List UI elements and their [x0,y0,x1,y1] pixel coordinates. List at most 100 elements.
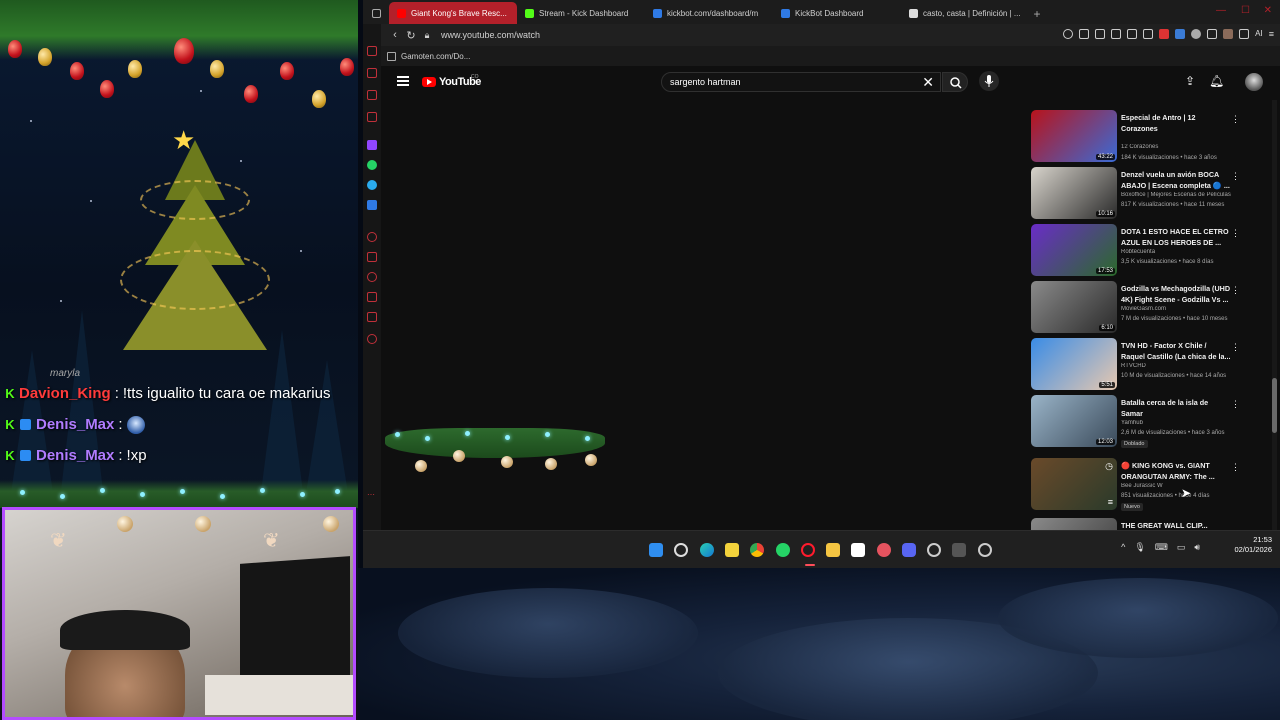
sidebar-icon[interactable] [367,232,377,242]
channel-name[interactable]: Robtecuenta [1121,249,1246,255]
video-title[interactable]: THE GREAT WALL CLIP... [1121,521,1231,530]
tab-kickbot[interactable]: kickbot.com/dashboard/m [645,2,773,24]
video-thumbnail[interactable]: 43:22 [1031,110,1117,162]
download-icon[interactable] [367,292,377,302]
maximize-icon[interactable]: ☐ [1241,5,1250,16]
video-thumbnail[interactable]: 10:16 [1031,167,1117,219]
more-options-icon[interactable]: ⋮ [1231,171,1240,182]
sidebar-icon[interactable] [367,68,377,78]
related-video[interactable]: 17:53 DOTA 1 ESTO HACE EL CETRO AZUL EN … [1031,224,1271,279]
steam-icon[interactable] [978,543,992,557]
tab-kickbot-dashboard[interactable]: KickBot Dashboard [773,2,901,24]
more-options-icon[interactable]: ⋮ [1231,228,1240,239]
zoom-icon[interactable] [1063,29,1074,39]
video-thumbnail[interactable]: 6:10 [1031,281,1117,333]
video-thumbnail[interactable]: 12:03 [1031,395,1117,447]
video-thumbnail[interactable]: ◷ ≡ [1031,458,1117,510]
channel-name[interactable]: Boxoffice | Mejores Escenas de Películas [1121,192,1246,198]
channel-name[interactable]: MovieGasm.com [1121,306,1246,312]
whatsapp-icon[interactable] [367,160,377,170]
workspace-icon[interactable] [363,2,389,24]
opera-icon[interactable] [801,543,815,557]
extension-icon[interactable] [1175,29,1186,39]
notes-icon[interactable] [725,543,739,557]
extension-icon[interactable] [1159,29,1170,39]
notifications-bell-icon[interactable]: 🔔︎ [1209,74,1224,88]
tray-chevron-icon[interactable]: ^ [1121,542,1125,553]
reload-icon[interactable]: ↻ [403,29,419,42]
app-icon[interactable] [952,543,966,557]
add-to-queue-icon[interactable]: ≡ [1108,497,1113,507]
related-video[interactable]: ◷ ≡ 🔴 KING KONG vs. GIANT ORANGUTAN ARMY… [1031,458,1271,513]
sidebar-icon[interactable] [367,46,377,56]
sidebar-icon[interactable] [367,312,377,322]
obs-icon[interactable] [927,543,941,557]
video-thumbnail[interactable]: 5:51 [1031,338,1117,390]
extension-icon[interactable] [1143,29,1154,39]
related-video[interactable]: 5:51 TVN HD - Factor X Chile / Raquel Ca… [1031,338,1271,393]
related-video[interactable]: THE GREAT WALL CLIP... [1031,518,1271,530]
search-icon[interactable] [674,543,688,557]
microphone-icon[interactable]: 🎙︎ [1134,542,1145,553]
video-title[interactable]: Especial de Antro | 12 Corazones [1121,113,1231,134]
url-field[interactable]: www.youtube.com/watch [441,30,540,40]
channel-name[interactable]: RTVCHD [1121,363,1246,369]
close-icon[interactable]: ✕ [1264,5,1272,16]
related-video[interactable]: 12:03 Batalla cerca de la isla de Samar … [1031,395,1271,450]
related-video[interactable]: 6:10 Godzilla vs Mechagodzilla (UHD 4K) … [1031,281,1271,336]
store-icon[interactable] [851,543,865,557]
video-thumbnail[interactable] [1031,518,1117,530]
video-title[interactable]: Godzilla vs Mechagodzilla (UHD 4K) Fight… [1121,284,1231,305]
back-icon[interactable]: ‹ [387,29,403,41]
channel-name[interactable]: Yamhub [1121,420,1246,426]
tab-rae[interactable]: casto, casta | Definición | ... [901,2,1029,24]
watch-later-icon[interactable]: ◷ [1105,461,1113,472]
twitch-icon[interactable] [367,140,377,150]
sidebar-icon[interactable] [367,112,377,122]
more-options-icon[interactable]: ⋮ [1231,399,1240,410]
video-title[interactable]: Denzel vuela un avión BOCA ABAJO | Escen… [1121,170,1231,191]
tab-kick-dashboard[interactable]: Stream - Kick Dashboard [517,2,645,24]
extension-icon[interactable] [1191,29,1202,39]
more-options-icon[interactable]: ⋮ [1231,342,1240,353]
discord-icon[interactable] [902,543,916,557]
keyboard-icon[interactable]: ⌨ [1155,542,1168,553]
ai-button[interactable]: AI [1255,29,1263,39]
tab-youtube[interactable]: Giant Kong's Brave Resc... [389,2,517,24]
start-menu-icon[interactable] [649,543,663,557]
extension-icon[interactable] [1239,29,1250,39]
history-icon[interactable] [367,272,377,282]
extension-icon[interactable] [1207,29,1218,39]
create-upload-icon[interactable]: ⇪ [1183,74,1197,88]
sidebar-icon[interactable] [367,252,377,262]
video-title[interactable]: 🔴 KING KONG vs. GIANT ORANGUTAN ARMY: Th… [1121,461,1231,482]
channel-name[interactable]: 12 Corazones [1121,144,1246,150]
chrome-icon[interactable] [750,543,764,557]
whatsapp-icon[interactable] [776,543,790,557]
voice-search-button[interactable] [979,71,999,91]
extension-icon[interactable] [1111,29,1122,39]
new-tab-button[interactable]: + [1029,4,1045,24]
settings-icon[interactable] [367,334,377,344]
scrollbar[interactable] [1272,100,1277,530]
video-title[interactable]: Batalla cerca de la isla de Samar [1121,398,1231,419]
video-title[interactable]: TVN HD - Factor X Chile / Raquel Castill… [1121,341,1231,362]
edge-icon[interactable] [700,543,714,557]
hamburger-menu-icon[interactable] [397,76,409,86]
file-explorer-icon[interactable] [826,543,840,557]
more-icon[interactable]: ⋯ [367,490,377,500]
youtube-logo-icon[interactable] [422,77,436,87]
bookmark-item[interactable]: Gamoten.com/Do... [401,52,470,61]
search-input[interactable]: sargento hartman ✕ [661,72,941,92]
volume-icon[interactable]: 🔊︎ [1194,542,1200,553]
profile-icon[interactable] [1223,29,1234,39]
video-title[interactable]: DOTA 1 ESTO HACE EL CETRO AZUL EN LOS HE… [1121,227,1231,248]
more-options-icon[interactable]: ⋮ [1231,285,1240,296]
menu-icon[interactable]: ≡ [1269,29,1274,39]
lock-icon[interactable]: 🔒︎ [419,30,435,41]
pin-icon[interactable] [1079,29,1090,39]
play-icon[interactable] [1127,29,1138,39]
minimize-icon[interactable]: — [1216,5,1226,16]
bookmark-icon[interactable] [1095,29,1106,39]
scrollbar-thumb[interactable] [1272,378,1277,433]
